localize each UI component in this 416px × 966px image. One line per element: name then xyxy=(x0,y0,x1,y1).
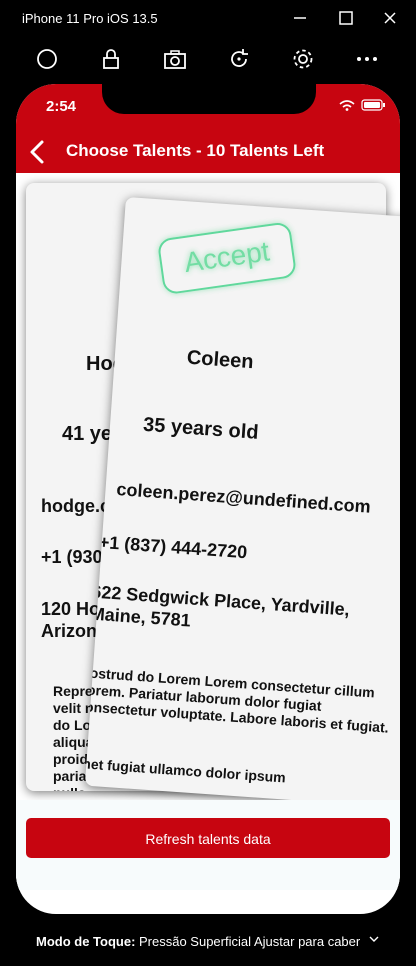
rotate-icon[interactable] xyxy=(226,46,252,72)
touch-mode-option-pressure[interactable]: Pressão Superficial xyxy=(139,934,251,949)
touch-mode-option-fit[interactable]: Ajustar para caber xyxy=(254,934,360,949)
phone-screen: 2:54 Choose Talents - 10 Talents Left Ho… xyxy=(16,84,400,914)
maximize-icon[interactable] xyxy=(336,8,356,28)
talent-name: Coleen xyxy=(186,346,255,374)
talent-email: coleen.perez@undefined.com xyxy=(115,479,372,517)
home-circle-icon[interactable] xyxy=(34,46,60,72)
talent-phone: +1 (837) 444-2720 xyxy=(98,531,248,563)
status-time: 2:54 xyxy=(46,98,77,115)
refresh-talents-button[interactable]: Refresh talents data xyxy=(26,818,390,858)
cards-area: Hodge 41 years old hodge.cochran@undefin… xyxy=(16,173,400,878)
lock-icon[interactable] xyxy=(98,46,124,72)
touch-mode-label: Modo de Toque: xyxy=(36,934,136,949)
settings-gear-icon[interactable] xyxy=(290,46,316,72)
page-title: Choose Talents - 10 Talents Left xyxy=(66,141,325,160)
talent-age: 35 years old xyxy=(142,413,260,444)
status-icons xyxy=(339,99,385,111)
chevron-down-icon[interactable] xyxy=(368,932,380,946)
simulator-toolbar xyxy=(0,36,416,82)
notch xyxy=(102,84,316,114)
nav-header: 2:54 Choose Talents - 10 Talents Left xyxy=(16,84,400,173)
window-title-bar: iPhone 11 Pro iOS 13.5 xyxy=(0,0,416,36)
close-icon[interactable] xyxy=(380,8,400,28)
footer: Refresh talents data xyxy=(16,800,400,890)
touch-mode-bar: Modo de Toque: Pressão Superficial Ajust… xyxy=(0,920,416,966)
talent-card-front[interactable]: Accept Coleen 35 years old coleen.perez@… xyxy=(84,197,400,811)
minimize-icon[interactable] xyxy=(290,8,310,28)
more-icon[interactable] xyxy=(354,46,380,72)
talent-address: 622 Sedgwick Place, Yardville, Maine, 57… xyxy=(89,581,351,631)
back-chevron-icon[interactable] xyxy=(24,138,50,166)
talent-about-more: Amet fugiat ullamco dolor ipsum xyxy=(84,754,287,786)
camera-icon[interactable] xyxy=(162,46,188,72)
talent-about: Nostrud do Lorem Lorem consectetur cillu… xyxy=(84,663,390,736)
wifi-icon xyxy=(339,100,355,105)
window-title: iPhone 11 Pro iOS 13.5 xyxy=(22,11,158,26)
accept-stamp: Accept xyxy=(156,221,298,296)
